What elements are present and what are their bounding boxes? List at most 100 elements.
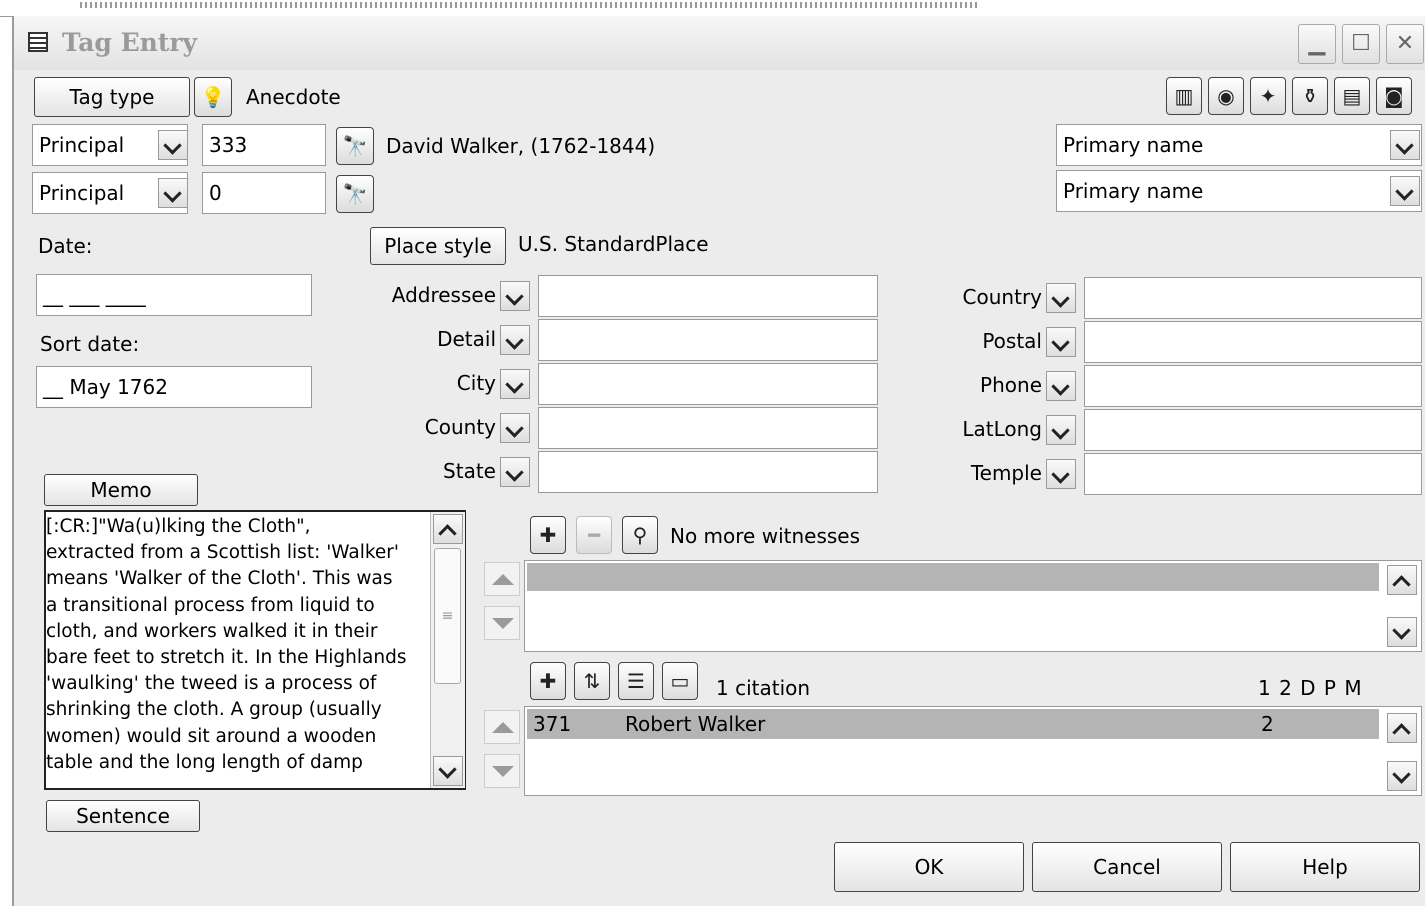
bottles-icon[interactable]: ⚱ xyxy=(1292,77,1328,115)
state-dropdown[interactable] xyxy=(500,457,530,487)
memo-line: women) would sit around a wooden xyxy=(46,725,377,747)
remove-citation-icon[interactable]: ▭ xyxy=(662,662,698,700)
place-style-button[interactable]: Place style xyxy=(370,227,506,265)
person-id-field-1[interactable]: 333 xyxy=(202,124,326,166)
citation-list[interactable]: 371 Robert Walker 2 xyxy=(524,706,1422,796)
scroll-down-button[interactable] xyxy=(433,756,463,786)
close-button[interactable]: ✕ xyxy=(1386,24,1424,64)
binoculars-icon[interactable]: 🔭 xyxy=(336,175,374,213)
move-up-icon xyxy=(484,562,520,596)
memo-button[interactable]: Memo xyxy=(44,474,198,506)
move-down-icon xyxy=(484,754,520,788)
witness-list[interactable] xyxy=(524,560,1422,652)
window-title: Tag Entry xyxy=(62,28,198,57)
scroll-up-button[interactable] xyxy=(433,514,463,544)
chevron-down-icon xyxy=(438,760,457,779)
county-field[interactable] xyxy=(538,407,878,449)
role-dropdown-button-2[interactable] xyxy=(158,178,188,208)
addressee-field[interactable] xyxy=(538,275,878,317)
maximize-button[interactable]: ☐ xyxy=(1342,24,1380,64)
witness-status: No more witnesses xyxy=(670,524,861,548)
camera-icon[interactable]: ◙ xyxy=(1376,77,1412,115)
memo-line: 'waulking' the tweed is a process of xyxy=(46,673,377,695)
remove-witness-icon: ━ xyxy=(576,516,612,554)
country-field[interactable] xyxy=(1084,277,1422,319)
help-button[interactable]: Help xyxy=(1230,842,1420,892)
principal-name-1: David Walker, (1762-1844) xyxy=(386,134,656,158)
lightbulb-icon[interactable]: 💡 xyxy=(194,77,232,117)
cancel-button[interactable]: Cancel xyxy=(1032,842,1222,892)
memo-line: bare feet to stretch it. In the Highland… xyxy=(46,647,407,669)
book-icon[interactable]: ▥ xyxy=(1166,77,1202,115)
latlong-field[interactable] xyxy=(1084,409,1422,451)
city-field[interactable] xyxy=(538,363,878,405)
citation-name: Robert Walker xyxy=(625,712,766,736)
citation-sort-icon[interactable]: ⇅ xyxy=(574,662,610,700)
witness-search-icon[interactable]: ⚲ xyxy=(622,516,658,554)
tag-entry-dialog: Tag Entry ▁ ☐ ✕ Tag type 💡 Anecdote ▥ ◉ … xyxy=(12,16,1425,906)
chevron-up-icon xyxy=(1392,723,1411,742)
county-dropdown[interactable] xyxy=(500,413,530,443)
state-field[interactable] xyxy=(538,451,878,493)
person-id-field-2[interactable]: 0 xyxy=(202,172,326,214)
binoculars-icon[interactable]: 🔭 xyxy=(336,127,374,165)
citation-id: 371 xyxy=(533,712,572,736)
title-bar: Tag Entry ▁ ☐ ✕ xyxy=(14,16,1425,70)
table-row[interactable]: 371 Robert Walker 2 xyxy=(527,709,1379,739)
memo-textarea[interactable]: [:CR:]"Wa(u)lking the Cloth", extracted … xyxy=(44,510,466,790)
chevron-down-icon xyxy=(1051,421,1070,440)
compass-icon[interactable]: ✦ xyxy=(1250,77,1286,115)
background-window-strip xyxy=(0,0,1425,17)
citation-count: 1 citation xyxy=(716,676,811,700)
city-dropdown[interactable] xyxy=(500,369,530,399)
chevron-down-icon xyxy=(163,136,182,155)
chevron-up-icon xyxy=(1392,575,1411,594)
tag-type-value: Anecdote xyxy=(246,85,341,109)
witness-scroll-up[interactable] xyxy=(1387,565,1417,595)
postal-field[interactable] xyxy=(1084,321,1422,363)
memo-text: [:CR:]"Wa(u)lking the Cloth", extracted … xyxy=(46,514,430,776)
sort-date-field[interactable]: __ May 1762 xyxy=(36,366,312,408)
sentence-button[interactable]: Sentence xyxy=(46,800,200,832)
temple-field[interactable] xyxy=(1084,453,1422,495)
detail-dropdown[interactable] xyxy=(500,325,530,355)
chevron-down-icon xyxy=(505,463,524,482)
detail-label: Detail xyxy=(437,327,496,351)
memo-line: extracted from a Scottish list: 'Walker' xyxy=(46,542,399,564)
name-type-dropdown-button-2[interactable] xyxy=(1390,176,1420,206)
citation-list-icon[interactable]: ☰ xyxy=(618,662,654,700)
notepad-icon[interactable]: ▤ xyxy=(1334,77,1370,115)
add-witness-icon[interactable]: ✚ xyxy=(530,516,566,554)
addressee-dropdown[interactable] xyxy=(500,281,530,311)
ok-button[interactable]: OK xyxy=(834,842,1024,892)
memo-line: [:CR:]"Wa(u)lking the Cloth", xyxy=(46,516,311,537)
add-citation-icon[interactable]: ✚ xyxy=(530,662,566,700)
latlong-dropdown[interactable] xyxy=(1046,415,1076,445)
scroll-thumb[interactable]: ≡ xyxy=(434,548,461,684)
memo-scrollbar[interactable]: ≡ xyxy=(430,512,465,788)
name-type-dropdown-button-1[interactable] xyxy=(1390,130,1420,160)
tag-type-button[interactable]: Tag type xyxy=(34,77,190,117)
background-text xyxy=(80,2,980,8)
globe-icon[interactable]: ◉ xyxy=(1208,77,1244,115)
chevron-down-icon xyxy=(1051,465,1070,484)
date-field[interactable]: __ ___ ____ xyxy=(36,274,312,316)
name-type-select-1[interactable]: Primary name xyxy=(1056,124,1422,166)
phone-dropdown[interactable] xyxy=(1046,371,1076,401)
citation-scroll-down[interactable] xyxy=(1387,761,1417,791)
chevron-down-icon xyxy=(1051,289,1070,308)
country-dropdown[interactable] xyxy=(1046,283,1076,313)
minimize-button[interactable]: ▁ xyxy=(1298,24,1336,64)
role-dropdown-button-1[interactable] xyxy=(158,130,188,160)
postal-dropdown[interactable] xyxy=(1046,327,1076,357)
detail-field[interactable] xyxy=(538,319,878,361)
date-label: Date: xyxy=(38,234,93,258)
witness-scroll-down[interactable] xyxy=(1387,617,1417,647)
citation-scroll-up[interactable] xyxy=(1387,713,1417,743)
state-label: State xyxy=(443,459,496,483)
phone-field[interactable] xyxy=(1084,365,1422,407)
name-type-select-2[interactable]: Primary name xyxy=(1056,170,1422,212)
temple-dropdown[interactable] xyxy=(1046,459,1076,489)
chevron-down-icon xyxy=(1392,765,1411,784)
witness-selected-row[interactable] xyxy=(527,563,1379,591)
